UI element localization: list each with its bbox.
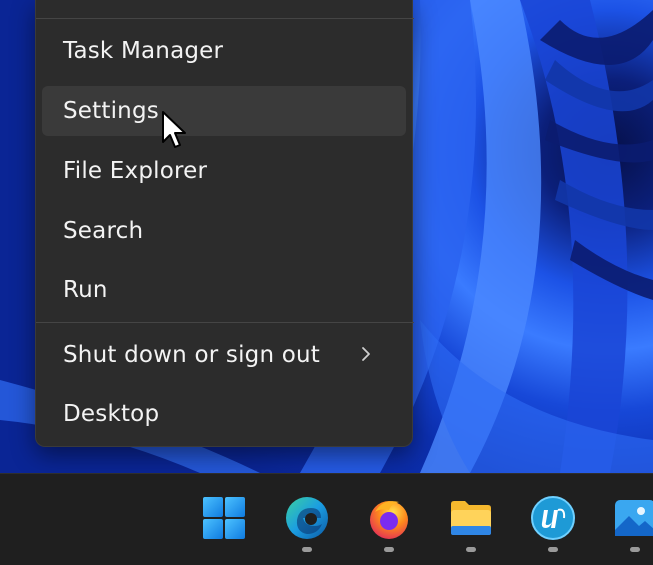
menu-item-label: File Explorer xyxy=(63,158,208,184)
menu-item-label: Settings xyxy=(63,98,159,124)
menu-item-search[interactable]: Search xyxy=(42,206,406,256)
menu-item-label: Run xyxy=(63,277,108,303)
mouse-pointer-icon xyxy=(162,111,186,148)
menu-item-desktop[interactable]: Desktop xyxy=(42,389,406,439)
menu-item-label: Task Manager xyxy=(63,38,224,64)
menu-item-label: Desktop xyxy=(63,401,160,427)
running-indicator xyxy=(466,547,476,552)
firefox-icon[interactable] xyxy=(365,494,413,542)
running-indicator xyxy=(630,547,640,552)
start-context-menu: Task Manager Settings File Explorer Sear… xyxy=(35,0,414,447)
menu-divider-top xyxy=(36,18,414,19)
taskbar xyxy=(0,473,653,565)
menu-divider-middle xyxy=(36,322,414,323)
windows-start-icon[interactable] xyxy=(200,494,248,542)
desktop-screen: Task Manager Settings File Explorer Sear… xyxy=(0,0,653,565)
menu-item-task-manager[interactable]: Task Manager xyxy=(42,26,406,76)
menu-item-run[interactable]: Run xyxy=(42,265,406,315)
running-indicator xyxy=(302,547,312,552)
menu-item-label: Shut down or sign out xyxy=(63,342,321,368)
running-indicator xyxy=(548,547,558,552)
menu-item-settings[interactable]: Settings xyxy=(42,86,406,136)
menu-item-file-explorer[interactable]: File Explorer xyxy=(42,146,406,196)
menu-item-label: Search xyxy=(63,218,144,244)
photos-icon[interactable] xyxy=(611,494,653,542)
menu-item-shut-down-or-sign-out[interactable]: Shut down or sign out xyxy=(42,330,406,380)
file-explorer-icon[interactable] xyxy=(447,494,495,542)
chevron-right-icon xyxy=(362,347,370,361)
blue-u-app-icon[interactable] xyxy=(529,494,577,542)
running-indicator xyxy=(384,547,394,552)
edge-browser-icon[interactable] xyxy=(283,494,331,542)
